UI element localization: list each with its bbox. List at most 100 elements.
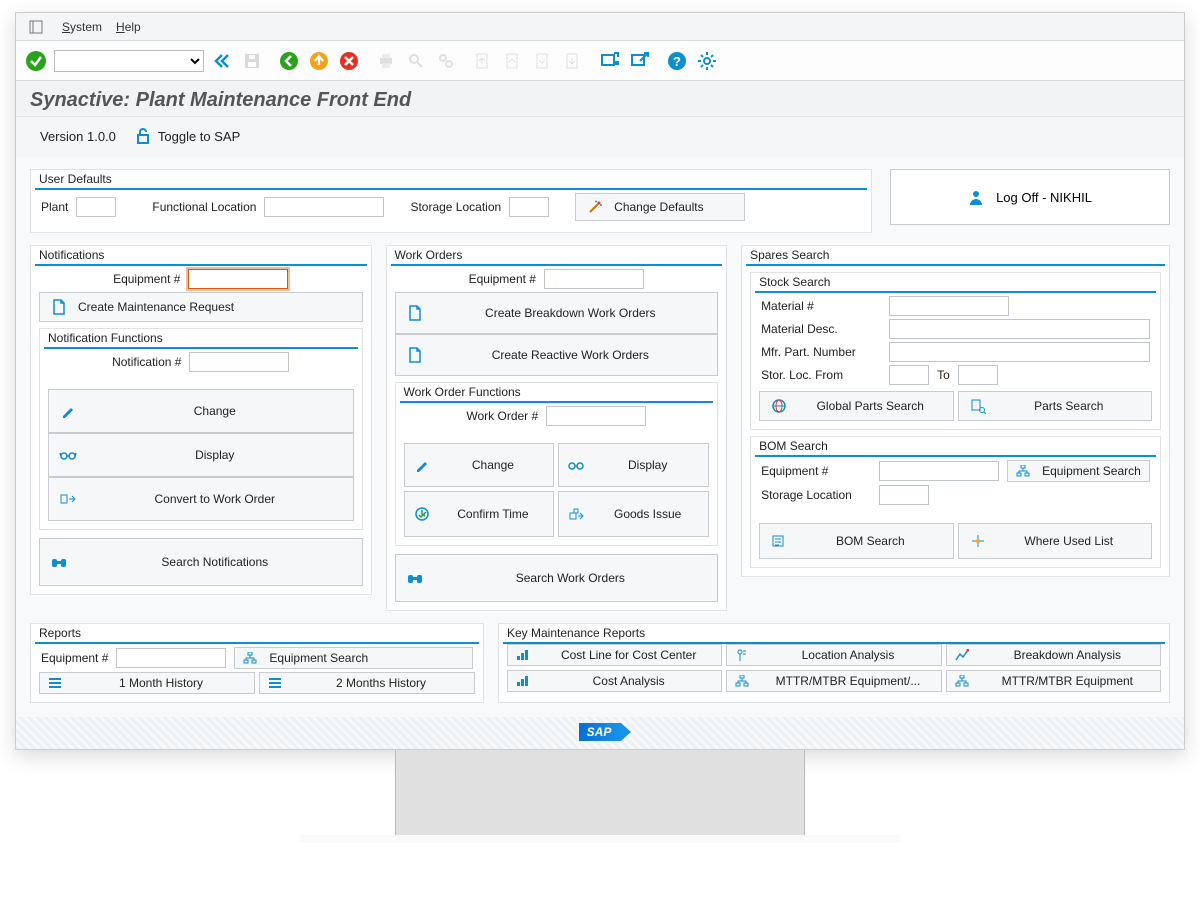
cost-analysis-button[interactable]: Cost Analysis — [507, 670, 722, 692]
wo-equip-label: Equipment # — [469, 272, 536, 286]
work-orders-legend: Work Orders — [393, 248, 465, 262]
glasses-icon — [59, 449, 77, 461]
page-first-icon[interactable] — [471, 49, 495, 73]
settings-icon[interactable] — [695, 49, 719, 73]
notif-convert-label: Convert to Work Order — [87, 492, 343, 506]
page-up-icon[interactable] — [501, 49, 525, 73]
hierarchy-icon — [953, 675, 971, 687]
wo-change-button[interactable]: Change — [404, 443, 555, 487]
search-work-orders-button[interactable]: Search Work Orders — [395, 554, 719, 602]
ok-icon[interactable] — [24, 49, 48, 73]
save-icon[interactable] — [240, 49, 264, 73]
change-defaults-button[interactable]: Change Defaults — [575, 193, 745, 221]
notif-number-field[interactable] — [189, 352, 289, 372]
hierarchy-icon — [241, 652, 259, 664]
bom-search-button[interactable]: BOM Search — [759, 523, 953, 559]
wo-confirm-button[interactable]: Confirm Time — [404, 491, 555, 537]
find-icon[interactable] — [404, 49, 428, 73]
breakdown-analysis-button[interactable]: Breakdown Analysis — [946, 644, 1161, 666]
sap-logo: SAP — [16, 717, 1184, 749]
create-breakdown-button[interactable]: Create Breakdown Work Orders — [395, 292, 719, 334]
create-maint-request-button[interactable]: Create Maintenance Request — [39, 292, 363, 322]
list-icon — [266, 677, 284, 689]
notification-functions-group: Notification Functions Notification # Ch… — [39, 328, 363, 530]
notifications-legend: Notifications — [37, 248, 106, 262]
logoff-button[interactable]: Log Off - NIKHIL — [890, 169, 1170, 225]
mfr-part-field[interactable] — [889, 342, 1150, 362]
reports-equip-label: Equipment # — [41, 651, 108, 665]
change-defaults-label: Change Defaults — [614, 200, 703, 214]
storloc-field[interactable] — [509, 197, 549, 217]
cost-line-button[interactable]: Cost Line for Cost Center — [507, 644, 722, 666]
plant-label: Plant — [41, 200, 68, 214]
search-work-orders-label: Search Work Orders — [434, 571, 708, 585]
wo-display-label: Display — [595, 458, 700, 472]
wo-display-button[interactable]: Display — [558, 443, 709, 487]
two-month-history-button[interactable]: 2 Months History — [259, 672, 475, 694]
mttr-long-button[interactable]: MTTR/MTBR Equipment/... — [726, 670, 941, 692]
command-field[interactable] — [54, 50, 204, 72]
create-reactive-button[interactable]: Create Reactive Work Orders — [395, 334, 719, 376]
wo-confirm-label: Confirm Time — [441, 507, 546, 521]
print-icon[interactable] — [374, 49, 398, 73]
menu-help[interactable]: Help — [116, 20, 141, 34]
page-down-icon[interactable] — [531, 49, 555, 73]
nav-back-icon[interactable] — [277, 49, 301, 73]
bom-storloc-field[interactable] — [879, 485, 929, 505]
notif-display-button[interactable]: Display — [48, 433, 354, 477]
help-icon[interactable]: ? — [665, 49, 689, 73]
clock-check-icon — [413, 506, 431, 522]
location-analysis-button[interactable]: Location Analysis — [726, 644, 941, 666]
material-no-field[interactable] — [889, 296, 1009, 316]
create-maint-request-label: Create Maintenance Request — [78, 300, 234, 314]
search-notifications-button[interactable]: Search Notifications — [39, 538, 363, 586]
bom-equip-field[interactable] — [879, 461, 999, 481]
search-notifications-label: Search Notifications — [78, 555, 352, 569]
cost-line-label: Cost Line for Cost Center — [542, 648, 715, 662]
stor-from-field[interactable] — [889, 365, 929, 385]
notif-change-button[interactable]: Change — [48, 389, 354, 433]
material-desc-field[interactable] — [889, 319, 1150, 339]
notif-change-label: Change — [87, 404, 343, 418]
shortcut-icon[interactable] — [628, 49, 652, 73]
notif-equip-field[interactable] — [188, 269, 288, 289]
reports-equip-search-button[interactable]: Equipment Search — [234, 647, 473, 669]
find-next-icon[interactable] — [434, 49, 458, 73]
nav-exit-icon[interactable] — [307, 49, 331, 73]
work-orders-group: Work Orders Equipment # Create Breakdown… — [386, 245, 728, 611]
back-double-icon[interactable] — [210, 49, 234, 73]
pencil-icon — [59, 404, 77, 418]
where-used-button[interactable]: Where Used List — [958, 523, 1152, 559]
one-month-history-button[interactable]: 1 Month History — [39, 672, 255, 694]
parts-search-button[interactable]: Parts Search — [958, 391, 1152, 421]
window-menu-icon[interactable] — [24, 15, 48, 39]
binoculars-icon — [406, 571, 424, 585]
bom-equip-search-button[interactable]: Equipment Search — [1007, 460, 1150, 482]
menu-system[interactable]: System — [62, 20, 102, 34]
toggle-sap-button[interactable]: Toggle to SAP — [134, 127, 240, 145]
wo-goods-button[interactable]: Goods Issue — [558, 491, 709, 537]
bom-search-group: BOM Search Equipment # Equipment Search — [750, 436, 1161, 568]
notifications-group: Notifications Equipment # Create Mainten… — [30, 245, 372, 595]
wo-equip-field[interactable] — [544, 269, 644, 289]
mttr-short-button[interactable]: MTTR/MTBR Equipment — [946, 670, 1161, 692]
global-parts-search-button[interactable]: Global Parts Search — [759, 391, 953, 421]
notif-convert-button[interactable]: Convert to Work Order — [48, 477, 354, 521]
funcloc-field[interactable] — [264, 197, 384, 217]
search-list-icon — [969, 398, 987, 414]
nav-cancel-icon[interactable] — [337, 49, 361, 73]
page-last-icon[interactable] — [561, 49, 585, 73]
bom-storloc-label: Storage Location — [761, 488, 871, 502]
monitor-base — [300, 835, 900, 843]
plant-field[interactable] — [76, 197, 116, 217]
pencil-icon — [413, 458, 431, 472]
new-session-icon[interactable] — [598, 49, 622, 73]
user-defaults-group: User Defaults Plant Functional Location … — [30, 169, 872, 233]
global-parts-label: Global Parts Search — [798, 399, 942, 413]
notif-display-label: Display — [87, 448, 343, 462]
user-icon — [968, 189, 984, 205]
wo-number-field[interactable] — [546, 406, 646, 426]
reports-equip-field[interactable] — [116, 648, 226, 668]
reports-equip-search-label: Equipment Search — [269, 651, 368, 665]
stor-to-field[interactable] — [958, 365, 998, 385]
